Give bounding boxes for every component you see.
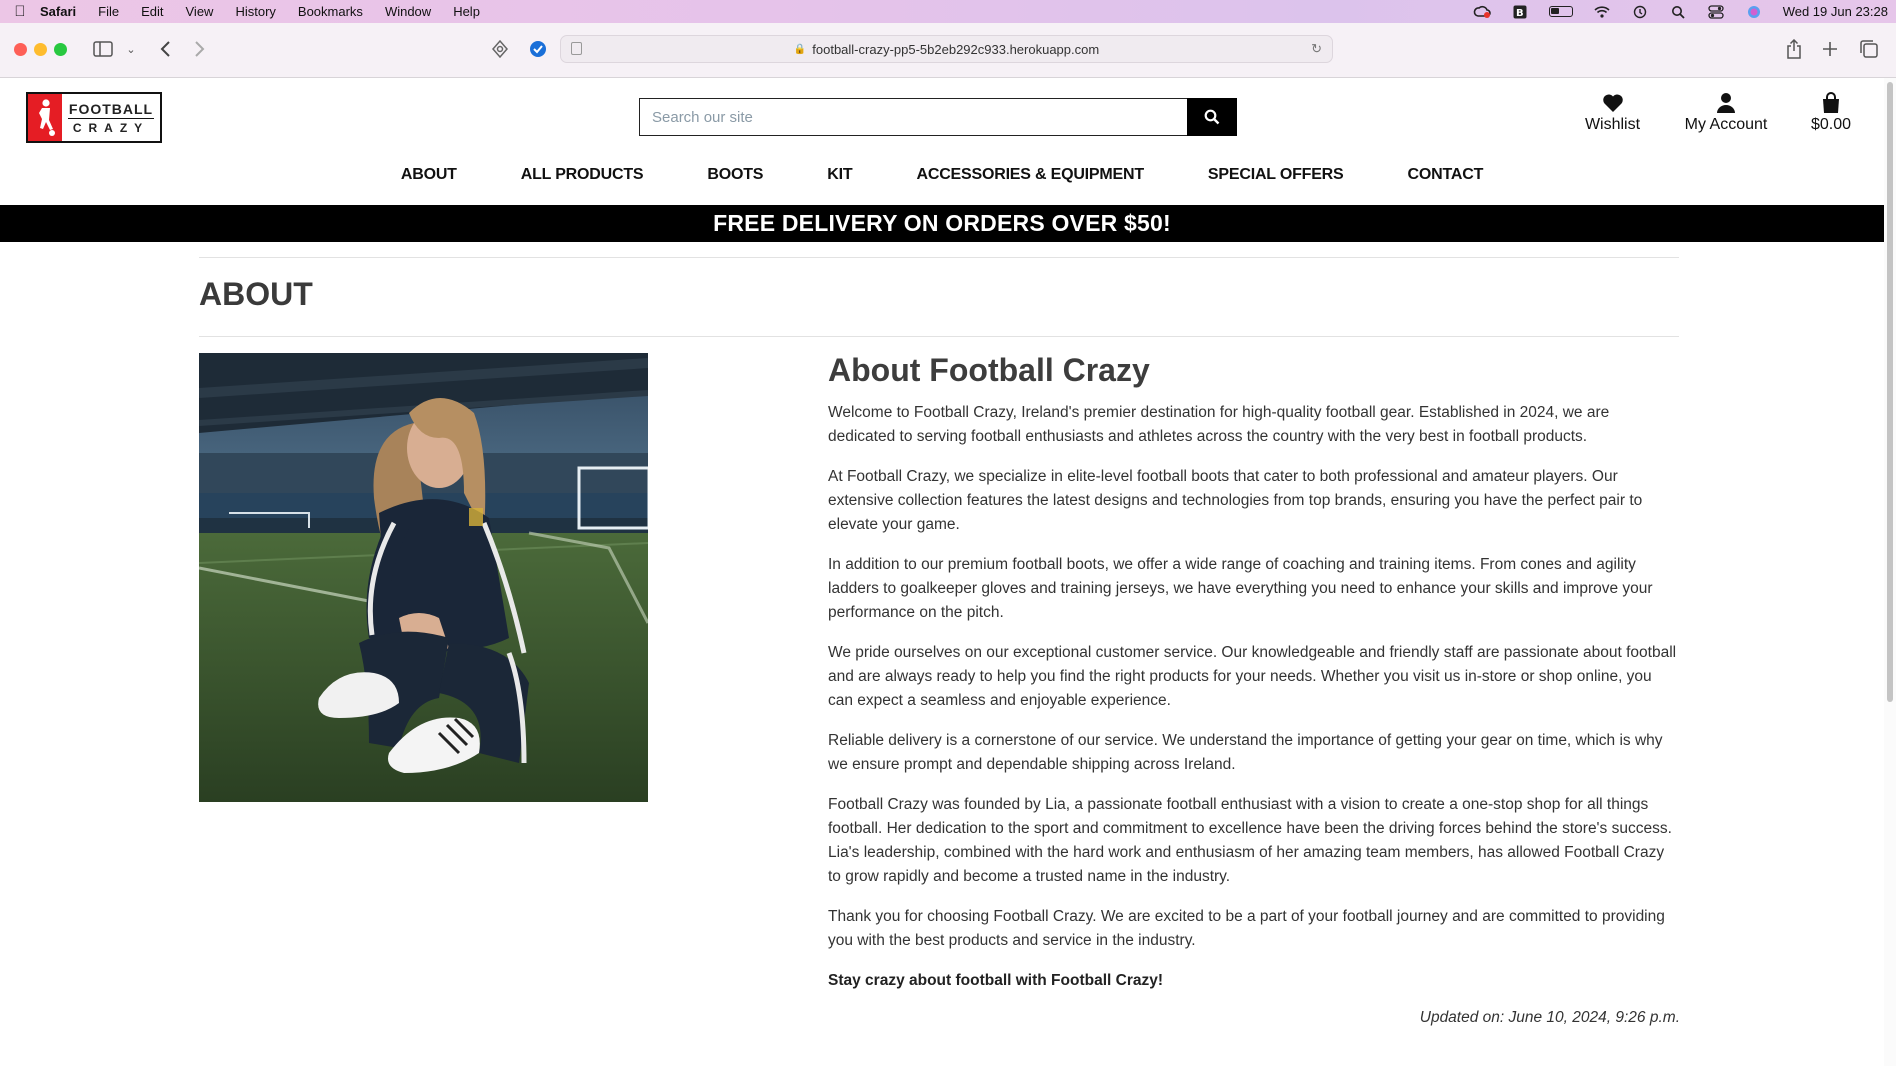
about-paragraph: Football Crazy was founded by Lia, a pas… (828, 796, 1672, 885)
wishlist-link[interactable]: Wishlist (1575, 90, 1650, 134)
share-icon[interactable] (1784, 37, 1804, 61)
bbedit-icon[interactable]: B (1511, 5, 1529, 19)
page-scrollbar[interactable] (1884, 78, 1896, 1066)
divider-bottom (199, 336, 1679, 337)
back-arrow-icon[interactable] (155, 37, 175, 61)
menu-edit[interactable]: Edit (141, 4, 163, 19)
lock-icon: 🔒 (793, 43, 807, 55)
menu-app-safari[interactable]: Safari (40, 4, 76, 19)
apple-menu-icon[interactable]:  (0, 3, 40, 20)
shopping-bag-icon (1806, 90, 1856, 116)
sidebar-toggle-icon[interactable] (92, 37, 114, 61)
about-paragraph: At Football Crazy, we specialize in elit… (828, 468, 1643, 533)
nav-boots[interactable]: BOOTS (675, 166, 795, 196)
about-tagline: Stay crazy about football with Football … (828, 972, 1164, 989)
minimize-window-button[interactable] (34, 43, 47, 56)
browser-toolbar: ⌄ 🔒 football-crazy-pp5-5b2eb292c933.hero… (0, 23, 1896, 78)
reader-view-icon[interactable] (571, 42, 582, 55)
logo-text-football: FOOTBALL (68, 100, 154, 119)
about-section: About Football Crazy Welcome to Football… (828, 352, 1680, 1026)
menu-help[interactable]: Help (453, 4, 480, 19)
about-photo (199, 353, 648, 802)
spotlight-search-icon[interactable] (1669, 5, 1687, 19)
address-bar[interactable]: 🔒 football-crazy-pp5-5b2eb292c933.heroku… (560, 35, 1333, 63)
close-window-button[interactable] (14, 43, 27, 56)
menu-window[interactable]: Window (385, 4, 431, 19)
address-url: football-crazy-pp5-5b2eb292c933.herokuap… (812, 41, 1100, 57)
svg-text:B: B (1516, 8, 1524, 19)
nav-contact[interactable]: CONTACT (1376, 166, 1516, 196)
user-icon (1676, 90, 1776, 116)
menu-bookmarks[interactable]: Bookmarks (298, 4, 363, 19)
about-paragraph: Welcome to Football Crazy, Ireland's pre… (828, 404, 1610, 445)
about-paragraph: We pride ourselves on our exceptional cu… (828, 644, 1677, 709)
menu-file[interactable]: File (98, 4, 119, 19)
bag-total: $0.00 (1810, 116, 1852, 133)
nav-about[interactable]: ABOUT (369, 166, 489, 196)
extension-icon[interactable] (489, 37, 511, 61)
search-input[interactable] (639, 98, 1187, 136)
shopping-bag-link[interactable]: $0.00 (1806, 90, 1856, 134)
password-manager-icon[interactable] (527, 37, 549, 61)
main-navigation: ABOUT ALL PRODUCTS BOOTS KIT ACCESSORIES… (0, 166, 1884, 196)
logo-text-crazy: CRAZY (72, 120, 150, 135)
divider-top (199, 257, 1679, 258)
site-logo[interactable]: FOOTBALL CRAZY (26, 92, 162, 143)
scrollbar-thumb[interactable] (1887, 82, 1893, 702)
search-icon (1204, 109, 1220, 125)
about-paragraph: In addition to our premium football boot… (828, 556, 1653, 621)
new-tab-icon[interactable] (1820, 37, 1840, 61)
nav-special-offers[interactable]: SPECIAL OFFERS (1176, 166, 1376, 196)
nav-accessories-equipment[interactable]: ACCESSORIES & EQUIPMENT (884, 166, 1175, 196)
reload-icon[interactable]: ↻ (1311, 41, 1322, 57)
menu-history[interactable]: History (235, 4, 275, 19)
nav-kit[interactable]: KIT (795, 166, 884, 196)
wishlist-label: Wishlist (1584, 116, 1641, 133)
chevron-down-icon[interactable]: ⌄ (124, 37, 138, 61)
menu-view[interactable]: View (186, 4, 214, 19)
heart-icon (1575, 90, 1650, 116)
menubar-clock[interactable]: Wed 19 Jun 23:28 (1783, 4, 1888, 19)
updated-timestamp: Updated on: June 10, 2024, 9:26 p.m. (1419, 1009, 1680, 1026)
wifi-icon[interactable] (1593, 5, 1611, 19)
my-account-link[interactable]: My Account (1676, 90, 1776, 134)
page-title: ABOUT (199, 276, 313, 312)
about-paragraph: Thank you for choosing Football Crazy. W… (828, 908, 1665, 949)
tab-overview-icon[interactable] (1858, 37, 1880, 61)
creative-cloud-icon[interactable] (1473, 5, 1491, 19)
forward-arrow-icon[interactable] (190, 37, 210, 61)
fullscreen-window-button[interactable] (54, 43, 67, 56)
battery-icon[interactable] (1548, 6, 1573, 17)
footballer-logo-icon (28, 94, 62, 141)
delivery-banner: FREE DELIVERY ON ORDERS OVER $50! (0, 205, 1884, 242)
site-search (639, 98, 1237, 136)
siri-icon[interactable] (1745, 5, 1763, 19)
about-paragraph: Reliable delivery is a cornerstone of ou… (828, 732, 1663, 773)
time-machine-icon[interactable] (1631, 5, 1649, 19)
search-button[interactable] (1187, 98, 1237, 136)
nav-all-products[interactable]: ALL PRODUCTS (489, 166, 676, 196)
control-center-icon[interactable] (1707, 4, 1725, 19)
my-account-label: My Account (1684, 116, 1768, 133)
macos-menubar:  Safari File Edit View History Bookmark… (0, 0, 1896, 23)
about-heading: About Football Crazy (828, 352, 1150, 388)
